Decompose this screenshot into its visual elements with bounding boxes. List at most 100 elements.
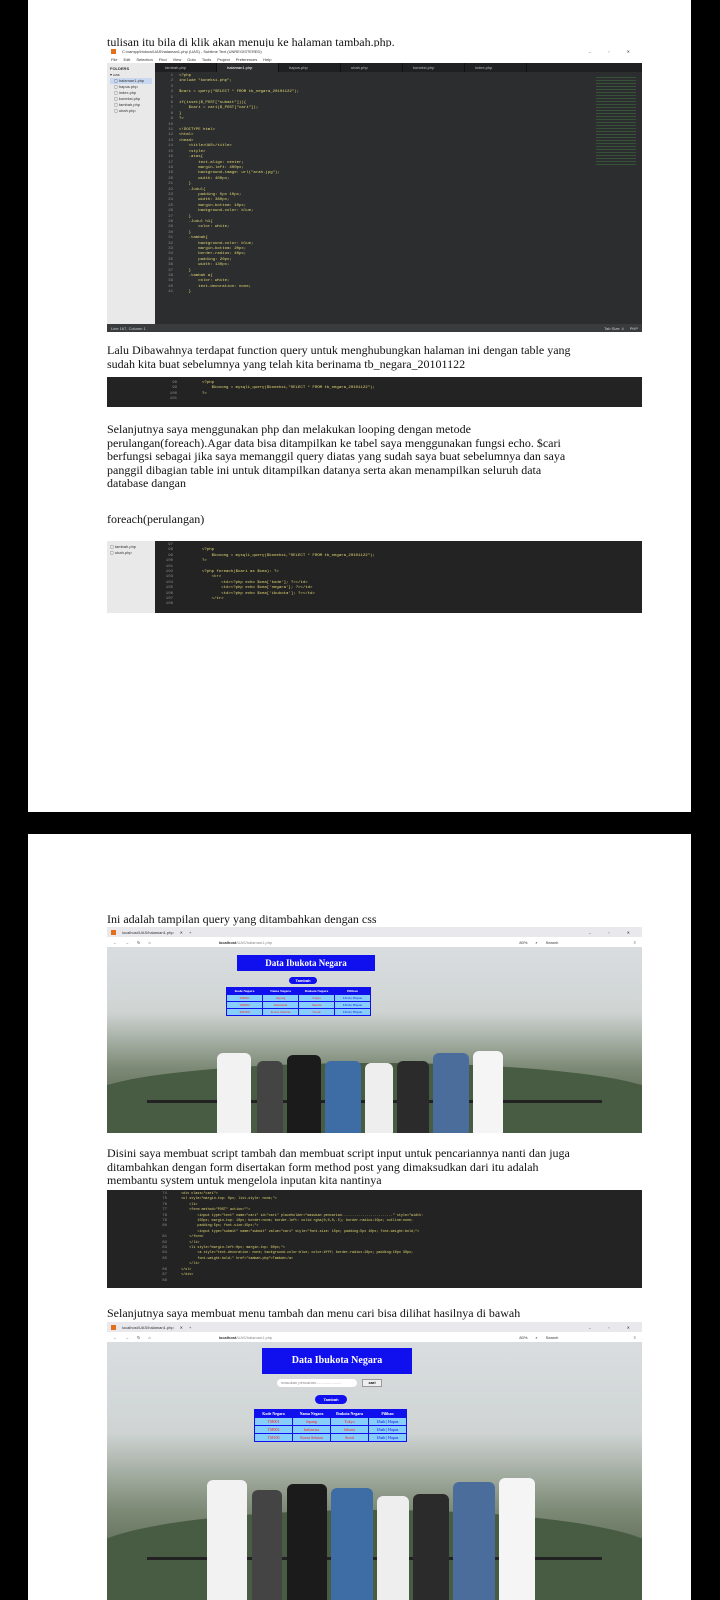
editor-tab-active[interactable]: halaman1.php [217, 63, 279, 72]
menu-item[interactable]: Edit [123, 57, 130, 62]
line-numbers: 1 2 3 4 5 6 7 8 9 10 11 12 13 14 15 16 1… [168, 74, 173, 295]
table-row: TM002 Indonesia Jakarta Ubah | Hapus [226, 1001, 371, 1009]
search-field[interactable]: Search [546, 940, 626, 945]
menu-item[interactable]: Find [159, 57, 167, 62]
new-tab-icon[interactable]: + [189, 930, 191, 935]
editor-tab[interactable]: hapus.php [279, 63, 341, 72]
person [287, 1484, 327, 1600]
document-page-1: tulisan itu bila di klik akan menuju ke … [28, 0, 691, 812]
column-header: Pilihan [334, 987, 371, 995]
editor-tab[interactable]: ubah.php [341, 63, 403, 72]
menu-item[interactable]: Goto [187, 57, 196, 62]
favicon-icon [111, 929, 116, 935]
cell-pilihan-links[interactable]: Ubah | Hapus [334, 1008, 371, 1016]
person [217, 1053, 251, 1133]
paragraph: Selanjutnya saya membuat menu tambah dan… [107, 1306, 521, 1320]
person [365, 1063, 393, 1133]
tambah-button[interactable]: Tambah [289, 977, 317, 984]
person [207, 1480, 247, 1600]
search-icon: ⌕ [535, 1334, 538, 1340]
editor-tab[interactable]: tambah.php [155, 63, 217, 72]
menu-item[interactable]: Project [217, 57, 229, 62]
reload-icon[interactable]: ↻ [137, 940, 140, 945]
editor-status-bar: Line 167, Column 1 Tab Size: 4 PHP [107, 324, 642, 332]
home-icon[interactable]: ⌂ [148, 940, 150, 945]
cell-pilihan-links[interactable]: Ubah | Hapus [334, 1001, 371, 1009]
forward-icon[interactable]: → [125, 940, 129, 945]
window-controls: – ▫ ✕ [588, 1324, 638, 1330]
background-photo [107, 947, 642, 1133]
column-header: Ibukota Negara [330, 1409, 369, 1418]
person [499, 1478, 535, 1600]
menu-item[interactable]: File [111, 57, 117, 62]
back-icon[interactable]: ← [113, 1335, 117, 1340]
zoom-level[interactable]: 80% [519, 940, 527, 945]
search-input[interactable]: masukan pencarian....................... [277, 1379, 357, 1387]
home-icon[interactable]: ⌂ [148, 1335, 150, 1340]
code-block: <div class="cari"> <ul style="margin-top… [181, 1192, 424, 1278]
column-header: Kode Negara [254, 1409, 293, 1418]
cell-pilihan-links[interactable]: Ubah | Hapus [368, 1433, 407, 1442]
menu-item[interactable]: Selection [136, 57, 152, 62]
table-header-row: Kode Negara Nama Negara Ibukota Negara P… [254, 1409, 407, 1418]
window-controls: – ▫ ✕ [588, 929, 638, 935]
file-item[interactable]: ▢ ubah.php [110, 550, 152, 556]
paragraph: Ini adalah tampilan query yang ditambahk… [107, 912, 377, 926]
url-field[interactable]: localhost/UAS/halaman1.php [219, 940, 272, 945]
line-numbers: 97 98 99 100 101 102 103 104 105 106 107… [165, 543, 173, 607]
person [433, 1053, 469, 1133]
cari-button[interactable]: cari [362, 1379, 382, 1387]
cell-negara: Indonesia [262, 1001, 299, 1009]
cell-kode: TM100 [226, 1008, 263, 1016]
person [453, 1482, 495, 1600]
zoom-level[interactable]: 80% [519, 1335, 527, 1340]
person [325, 1061, 361, 1133]
paragraph: Selanjutnya saya menggunakan php dan mel… [107, 422, 566, 490]
line-numbers: 98 99 100 101 [169, 381, 177, 402]
close-tab-icon[interactable]: ✕ [180, 930, 183, 935]
code-snippet-2: ▢ tambah.php ▢ ubah.php 97 98 99 100 101… [107, 541, 642, 613]
back-icon[interactable]: ← [113, 940, 117, 945]
menu-item[interactable]: Preferences [236, 57, 258, 62]
column-header: Ibukota Negara [298, 987, 335, 995]
file-item[interactable]: ▢ ubah.php [110, 108, 152, 114]
menu-item[interactable]: Help [263, 57, 271, 62]
column-header: Pilihan [368, 1409, 407, 1418]
code-snippet-3: 74 75 76 77 78 79 80 81 82 83 84 85 86 8… [107, 1190, 642, 1288]
new-tab-icon[interactable]: + [189, 1325, 191, 1330]
menu-icon[interactable]: ≡ [634, 940, 636, 945]
cell-negara: Korea Selatan [292, 1433, 331, 1442]
browser-tab-title[interactable]: localhost/UAS/halaman1.php [122, 1325, 174, 1330]
browser-tab-title[interactable]: localhost/UAS/halaman1.php [122, 930, 174, 935]
cell-negara: Indonesia [292, 1425, 331, 1434]
menu-item[interactable]: View [173, 57, 182, 62]
cell-pilihan-links[interactable]: Ubah | Hapus [334, 994, 371, 1002]
hill-shape [107, 1510, 642, 1600]
menu-icon[interactable]: ≡ [634, 1335, 636, 1340]
cell-kode: TM100 [254, 1433, 293, 1442]
cell-kode: TM002 [226, 1001, 263, 1009]
browser-url-bar: ← → ↻ ⌂ localhost/UAS/halaman1.php 80% ⌕… [107, 1332, 642, 1342]
close-tab-icon[interactable]: ✕ [180, 1325, 183, 1330]
menu-item[interactable]: Tools [202, 57, 211, 62]
cell-pilihan-links[interactable]: Ubah | Hapus [368, 1417, 407, 1426]
forward-icon[interactable]: → [125, 1335, 129, 1340]
editor-tab[interactable]: index.php [465, 63, 527, 72]
editor-tab[interactable]: koneksi.php [403, 63, 465, 72]
cell-pilihan-links[interactable]: Ubah | Hapus [368, 1425, 407, 1434]
column-header: Nama Negara [262, 987, 299, 995]
cell-negara: Jepang [292, 1417, 331, 1426]
person [377, 1496, 409, 1600]
reload-icon[interactable]: ↻ [137, 1335, 140, 1340]
cell-ibukota: Seoul [298, 1008, 335, 1016]
person [397, 1061, 429, 1133]
editor-title: C:\xampp\htdocs\UAS\halaman1.php (UAS) -… [122, 49, 262, 54]
search-field[interactable]: Search [546, 1335, 626, 1340]
editor-menu-bar: File Edit Selection Find View Goto Tools… [107, 56, 642, 63]
tambah-button[interactable]: Tambah [315, 1395, 347, 1404]
url-field[interactable]: localhost/UAS/halaman1.php [219, 1335, 272, 1340]
browser-tab-bar: localhost/UAS/halaman1.php ✕ + – ▫ ✕ [107, 927, 642, 937]
line-numbers: 74 75 76 77 78 79 80 81 82 83 84 85 86 8… [162, 1192, 167, 1283]
table-header-row: Kode Negara Nama Negara Ibukota Negara P… [226, 987, 371, 995]
table-row: TM002 Indonesia Jakarta Ubah | Hapus [254, 1425, 407, 1434]
